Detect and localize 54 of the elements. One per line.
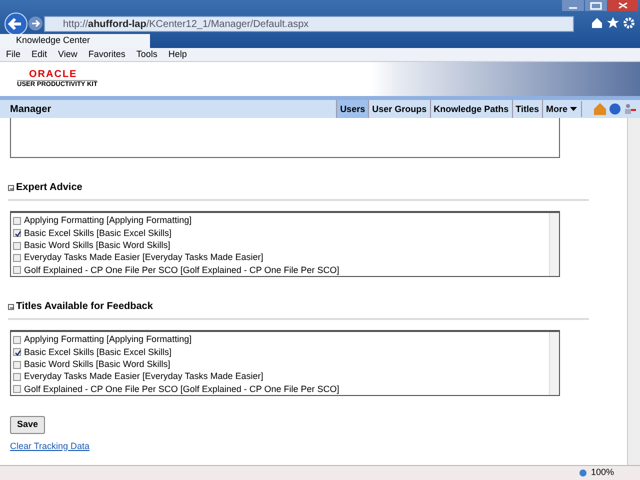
item-label: Basic Word Skills [Basic Word Skills] (24, 239, 170, 252)
menu-item[interactable]: Tools (136, 48, 158, 62)
checkbox[interactable] (13, 360, 21, 369)
caret-icon (570, 107, 577, 112)
section-title: Titles Available for Feedback (16, 300, 153, 314)
nav-tab[interactable]: Knowledge Paths (430, 100, 512, 118)
item-label: Applying Formatting [Applying Formatting] (24, 333, 192, 346)
section-title: Expert Advice (16, 181, 82, 195)
window-controls-icon[interactable] (562, 0, 638, 12)
clear-data-link[interactable]: Clear Tracking Data (10, 440, 90, 453)
item-label: Everyday Tasks Made Easier [Everyday Tasks Made Easier] (24, 370, 264, 384)
item-label: Everyday Tasks Made Easier [Everyday Tasks Made Easier] (24, 251, 264, 264)
zoom-icon[interactable] (578, 468, 588, 478)
nav-tab[interactable]: Titles (512, 100, 542, 118)
menu-item[interactable]: View (58, 48, 78, 62)
settings-icon[interactable] (623, 17, 635, 29)
page-title: Manager (10, 102, 52, 116)
forward-icon[interactable] (28, 16, 43, 31)
save-button[interactable]: Save (10, 416, 46, 434)
checkbox[interactable] (13, 217, 21, 226)
collapse-toggle[interactable] (8, 304, 14, 310)
checkbox[interactable] (13, 348, 21, 356)
checkbox[interactable] (13, 229, 21, 238)
nav-tab[interactable]: User Groups (368, 100, 430, 118)
checkbox[interactable] (13, 385, 21, 394)
checkbox[interactable] (13, 373, 21, 382)
logo-text: ORACLE (28, 69, 78, 80)
item-label: Golf Explained - CP One File Per SCO [Golf Explained - CP One File Per SCO] (24, 264, 340, 277)
item-label: Golf Explained - CP One File Per SCO [Golf Explained - CP One File Per SCO] (24, 382, 340, 396)
checkbox[interactable] (13, 254, 21, 262)
item-label: Basic Excel Skills [Basic Excel Skills] (24, 346, 172, 359)
menu-item[interactable]: Favorites (88, 48, 126, 62)
help-icon[interactable] (609, 103, 621, 115)
checkbox[interactable] (13, 242, 21, 250)
scrollbar[interactable] (627, 118, 640, 465)
zoom-level[interactable]: 100% (590, 466, 614, 480)
checkbox[interactable] (13, 266, 21, 274)
browser-tab[interactable]: Knowledge Center (0, 34, 150, 48)
home-icon[interactable] (591, 17, 603, 29)
item-label: Basic Word Skills [Basic Word Skills] (24, 358, 170, 371)
star-icon[interactable] (607, 17, 619, 29)
menu-item[interactable]: Help (168, 48, 187, 62)
checkbox[interactable] (13, 336, 21, 344)
scrollbar[interactable] (549, 213, 559, 276)
nav-tab[interactable]: Users (336, 100, 368, 118)
address-field[interactable]: http://ahufford-lap/KCenter12_1/Manager/Default.aspx (44, 16, 574, 32)
item-label: Basic Excel Skills [Basic Excel Skills] (24, 226, 172, 240)
collapse-toggle[interactable] (8, 184, 14, 190)
item-label: Applying Formatting [Applying Formatting] (24, 214, 192, 228)
logout-icon[interactable] (624, 103, 636, 115)
menu-item[interactable]: File (6, 48, 21, 62)
nav-tab[interactable]: More (542, 100, 580, 118)
scrollbar[interactable] (549, 332, 559, 395)
menu-item[interactable]: Edit (32, 48, 48, 62)
